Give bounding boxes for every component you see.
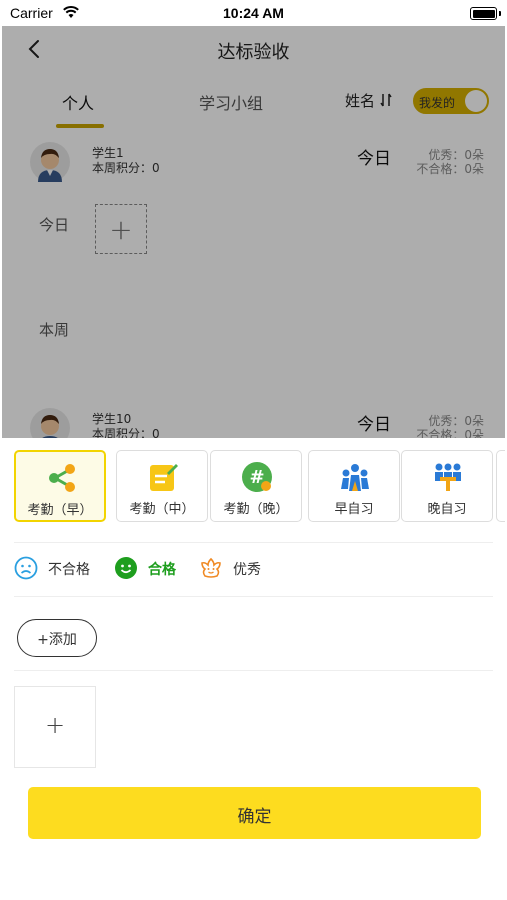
confirm-button[interactable]: 确定 xyxy=(28,787,481,839)
share-icon xyxy=(49,464,75,492)
tab-individual[interactable]: 个人 xyxy=(62,90,94,114)
check-type-label: 早自习 xyxy=(334,502,374,517)
check-type-morning-study[interactable]: 早自习 xyxy=(308,450,400,522)
student-card[interactable]: 学生10 本周积分：0 今日 优秀：0朵 不合格：0朵 xyxy=(12,400,484,438)
sort-icon xyxy=(380,93,392,107)
check-type-label: 考勤（中） xyxy=(129,502,195,517)
fail-count: 不合格：0朵 xyxy=(416,428,484,438)
sad-face-icon xyxy=(14,556,38,580)
smile-face-icon xyxy=(115,557,137,579)
page-background: 达标验收 个人 学习小组 姓名 我发的 学生1 本周积分：0 今日 优秀：0朵 … xyxy=(2,26,505,438)
battery-icon xyxy=(470,7,497,20)
toggle-label: 我发的 xyxy=(419,96,456,110)
today-row-label: 今日 xyxy=(39,216,70,234)
page-title: 达标验收 xyxy=(217,42,290,63)
active-tab-indicator xyxy=(56,124,104,128)
plus-icon: + xyxy=(109,213,133,246)
check-type-morning-attendance[interactable]: 考勤（早） xyxy=(14,450,106,522)
week-row-label: 本周 xyxy=(39,321,70,339)
plus-icon: + xyxy=(44,711,66,739)
toggle-knob xyxy=(465,90,487,112)
divider xyxy=(14,596,493,597)
check-type-evening-study[interactable]: 晚自习 xyxy=(401,450,493,522)
status-bar: Carrier 10:24 AM xyxy=(0,0,507,26)
weekly-score: 本周积分：0 xyxy=(92,427,160,438)
grade-label: 合格 xyxy=(148,562,176,578)
student-avatar xyxy=(30,142,70,182)
sort-by-name-button[interactable]: 姓名 xyxy=(345,90,392,111)
hashtag-icon: # xyxy=(242,462,272,492)
add-item-label: +添加 xyxy=(37,632,77,648)
confirm-label: 确定 xyxy=(237,807,272,827)
check-type-more[interactable] xyxy=(496,450,505,522)
grade-label: 不合格 xyxy=(48,562,90,578)
tab-study-group[interactable]: 学习小组 xyxy=(199,90,263,114)
check-type-list: 考勤（早） 考勤（中） # 考勤（晚） 早自习 晚自习 xyxy=(14,450,505,522)
flower-icon xyxy=(201,557,221,578)
clock: 10:24 AM xyxy=(223,5,284,21)
divider xyxy=(14,542,493,543)
note-edit-icon xyxy=(150,464,178,491)
group-icon xyxy=(435,463,461,491)
add-record-button[interactable]: + xyxy=(95,204,147,254)
group-icon xyxy=(341,464,369,491)
check-type-noon-attendance[interactable]: 考勤（中） xyxy=(116,450,208,522)
add-item-button[interactable]: +添加 xyxy=(17,619,97,657)
weekly-score: 本周积分：0 xyxy=(92,161,160,175)
nav-bar: 达标验收 xyxy=(2,26,505,74)
grade-label: 优秀 xyxy=(233,562,261,578)
divider xyxy=(14,670,493,671)
check-type-evening-attendance[interactable]: # 考勤（晚） xyxy=(210,450,302,522)
student-card[interactable]: 学生1 本周积分：0 今日 优秀：0朵 不合格：0朵 xyxy=(12,134,484,186)
check-type-label: 考勤（早） xyxy=(27,503,93,518)
fail-count: 不合格：0朵 xyxy=(416,162,484,176)
upload-image-button[interactable]: + xyxy=(14,686,96,768)
sort-label: 姓名 xyxy=(345,92,376,110)
tab-bar: 个人 学习小组 姓名 我发的 xyxy=(2,80,505,130)
evaluation-sheet: 考勤（早） 考勤（中） # 考勤（晚） 早自习 晚自习 不合格 合格 优秀 +添… xyxy=(2,438,505,900)
check-type-label: 晚自习 xyxy=(427,502,467,517)
student-avatar xyxy=(30,408,70,438)
sent-by-me-toggle[interactable]: 我发的 xyxy=(411,86,491,116)
check-type-label: 考勤（晚） xyxy=(223,502,289,517)
